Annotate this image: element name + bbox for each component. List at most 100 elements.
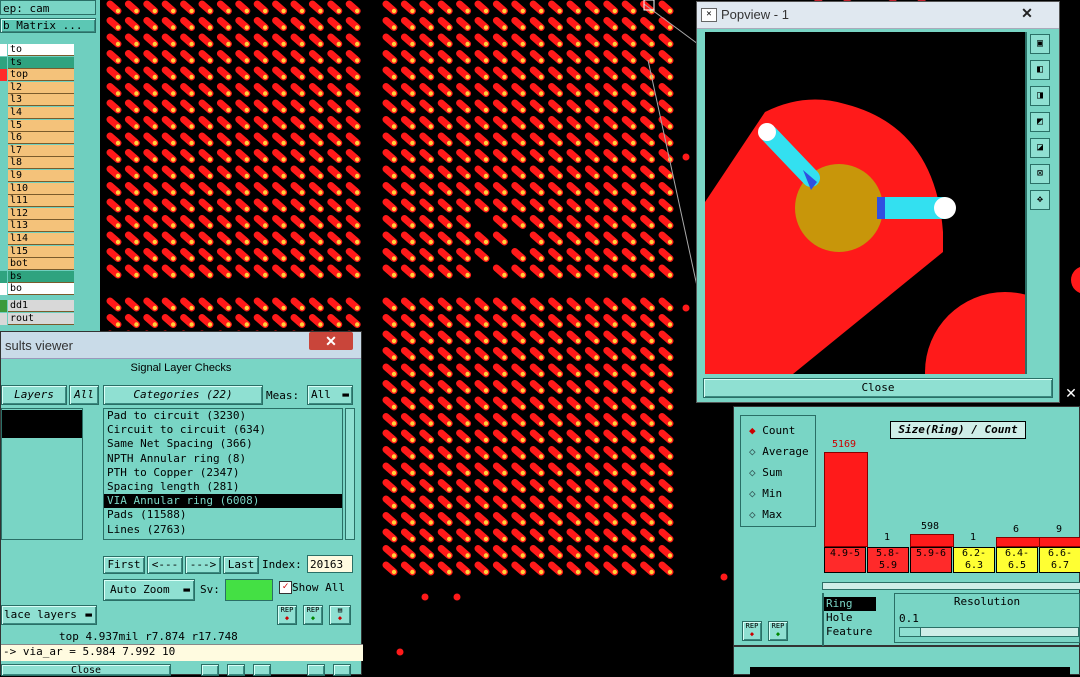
- via-drill: [226, 190, 231, 195]
- popview-canvas[interactable]: [705, 32, 1025, 374]
- export-icon[interactable]: ▤ ◆: [329, 605, 351, 625]
- view-tool-icon[interactable]: ▣: [1030, 34, 1050, 54]
- tool-icon[interactable]: [201, 664, 219, 676]
- metric-option[interactable]: Ring: [824, 597, 876, 611]
- tool-icon[interactable]: [253, 664, 271, 676]
- layer-item-l9[interactable]: l9: [0, 170, 74, 182]
- category-item[interactable]: Circuit to circuit (634): [104, 423, 342, 437]
- view-tool-icon[interactable]: ◨: [1030, 86, 1050, 106]
- categories-button[interactable]: Categories (22): [103, 385, 263, 405]
- report-icon[interactable]: REP ◆: [303, 605, 323, 625]
- category-item[interactable]: VIA Annular ring (6008): [104, 494, 342, 509]
- popview-titlebar[interactable]: ✕ Popview - 1 ✕: [697, 2, 1059, 29]
- layer-item-dd1[interactable]: dd1: [0, 300, 74, 312]
- show-all-checkbox[interactable]: ✓: [279, 581, 292, 594]
- layer-item-l2[interactable]: l2: [0, 81, 74, 94]
- replace-layers-button[interactable]: lace layers ▬: [1, 605, 97, 625]
- last-button[interactable]: Last: [223, 556, 259, 574]
- layer-item-to[interactable]: to: [0, 44, 74, 56]
- view-tool-icon[interactable]: ✥: [1030, 190, 1050, 210]
- layer-item-l8[interactable]: l8: [0, 157, 74, 170]
- close-icon[interactable]: ✕: [1062, 385, 1080, 403]
- radio-count[interactable]: ◆ Count: [749, 424, 795, 437]
- view-tool-icon[interactable]: ⊠: [1030, 164, 1050, 184]
- category-item[interactable]: Same Net Spacing (366): [104, 437, 342, 451]
- severity-color-select[interactable]: [225, 579, 273, 601]
- bin-label[interactable]: 6.6-6.7: [1039, 547, 1080, 573]
- layer-item-top[interactable]: top: [0, 69, 74, 82]
- popview-close-button[interactable]: Close: [703, 378, 1053, 398]
- category-item[interactable]: Lines (2763): [104, 523, 342, 537]
- layer-results-list[interactable]: [1, 408, 83, 540]
- prev-button[interactable]: <---: [147, 556, 183, 574]
- close-button[interactable]: Close: [1, 664, 171, 676]
- layer-item-l5[interactable]: l5: [0, 119, 74, 132]
- category-item[interactable]: PTH to Copper (2347): [104, 466, 342, 480]
- layer-item-l7[interactable]: l7: [0, 144, 74, 157]
- category-item[interactable]: Pads (11588): [104, 508, 342, 522]
- report-icon[interactable]: REP ◆: [277, 605, 297, 625]
- category-item[interactable]: Pad to circuit (3230): [104, 409, 342, 423]
- layer-item-l12[interactable]: l12: [0, 207, 74, 220]
- radio-average[interactable]: ◇ Average: [749, 445, 809, 458]
- layer-item-l3[interactable]: l3: [0, 94, 74, 107]
- layer-item-l6[interactable]: l6: [0, 132, 74, 145]
- histogram-scrollbar[interactable]: [822, 582, 1080, 590]
- close-icon[interactable]: ✕: [999, 3, 1055, 23]
- bin-label[interactable]: 5.9-6: [910, 547, 952, 573]
- category-scrollbar[interactable]: [345, 408, 355, 540]
- list-item[interactable]: [2, 424, 82, 438]
- slider-handle[interactable]: [900, 628, 921, 636]
- all-layers-button[interactable]: All: [69, 385, 99, 405]
- tool-icon[interactable]: [307, 664, 325, 676]
- layer-item-l11[interactable]: l11: [0, 195, 74, 208]
- bin-label[interactable]: 6.2-6.3: [953, 547, 995, 573]
- layer-item-l14[interactable]: l14: [0, 233, 74, 245]
- layer-item-rout[interactable]: rout: [0, 313, 74, 325]
- list-item[interactable]: [2, 410, 82, 424]
- category-item[interactable]: NPTH Annular ring (8): [104, 452, 342, 466]
- layer-item-l13[interactable]: l13: [0, 220, 74, 233]
- layer-item-l4[interactable]: l4: [0, 107, 74, 119]
- via-drill: [557, 569, 562, 575]
- view-tool-icon[interactable]: ◧: [1030, 60, 1050, 80]
- radio-sum[interactable]: ◇ Sum: [749, 466, 782, 479]
- radio-max[interactable]: ◇ Max: [749, 508, 782, 521]
- meas-select[interactable]: All ▬: [307, 385, 353, 405]
- view-tool-icon[interactable]: ◪: [1030, 138, 1050, 158]
- tool-icon[interactable]: [227, 664, 245, 676]
- tool-icon[interactable]: [333, 664, 351, 676]
- bin-label[interactable]: 5.8-5.9: [867, 547, 909, 573]
- layer-item-bs[interactable]: bs: [0, 270, 74, 283]
- layers-button[interactable]: Layers: [1, 385, 67, 405]
- bin-label[interactable]: 4.9-5: [824, 547, 866, 573]
- view-tool-icon[interactable]: ◩: [1030, 112, 1050, 132]
- next-button[interactable]: --->: [185, 556, 221, 574]
- via-drill: [152, 322, 157, 327]
- index-field[interactable]: [307, 555, 353, 573]
- bin-label[interactable]: 6.4-6.5: [996, 547, 1038, 573]
- histogram-bar[interactable]: [1039, 537, 1080, 547]
- category-item[interactable]: Spacing length (281): [104, 480, 342, 494]
- layer-item-ts[interactable]: ts: [0, 56, 74, 69]
- report-icon[interactable]: REP ◆: [742, 621, 762, 641]
- auto-zoom-button[interactable]: Auto Zoom ▬: [103, 579, 195, 601]
- close-icon[interactable]: ✕: [309, 332, 353, 350]
- metric-option[interactable]: Hole: [824, 611, 876, 625]
- histogram-bar[interactable]: [996, 537, 1040, 547]
- results-viewer-titlebar[interactable]: sults viewer ✕: [1, 332, 361, 359]
- layer-item-bot[interactable]: bot: [0, 258, 74, 271]
- report-icon[interactable]: REP ◆: [768, 621, 788, 641]
- metric-option-list[interactable]: Ring Hole Feature: [824, 597, 880, 641]
- layer-item-bo[interactable]: bo: [0, 283, 74, 296]
- resolution-slider[interactable]: [899, 627, 1079, 637]
- first-button[interactable]: First: [103, 556, 145, 574]
- layer-item-l10[interactable]: l10: [0, 182, 74, 195]
- histogram-bar[interactable]: [824, 452, 868, 547]
- layer-item-l15[interactable]: l15: [0, 245, 74, 258]
- category-list[interactable]: Pad to circuit (3230) Circuit to circuit …: [103, 408, 343, 540]
- matrix-button[interactable]: b Matrix ...: [0, 18, 96, 33]
- metric-option[interactable]: Feature: [824, 625, 876, 639]
- radio-min[interactable]: ◇ Min: [749, 487, 782, 500]
- histogram-bar[interactable]: [910, 534, 954, 547]
